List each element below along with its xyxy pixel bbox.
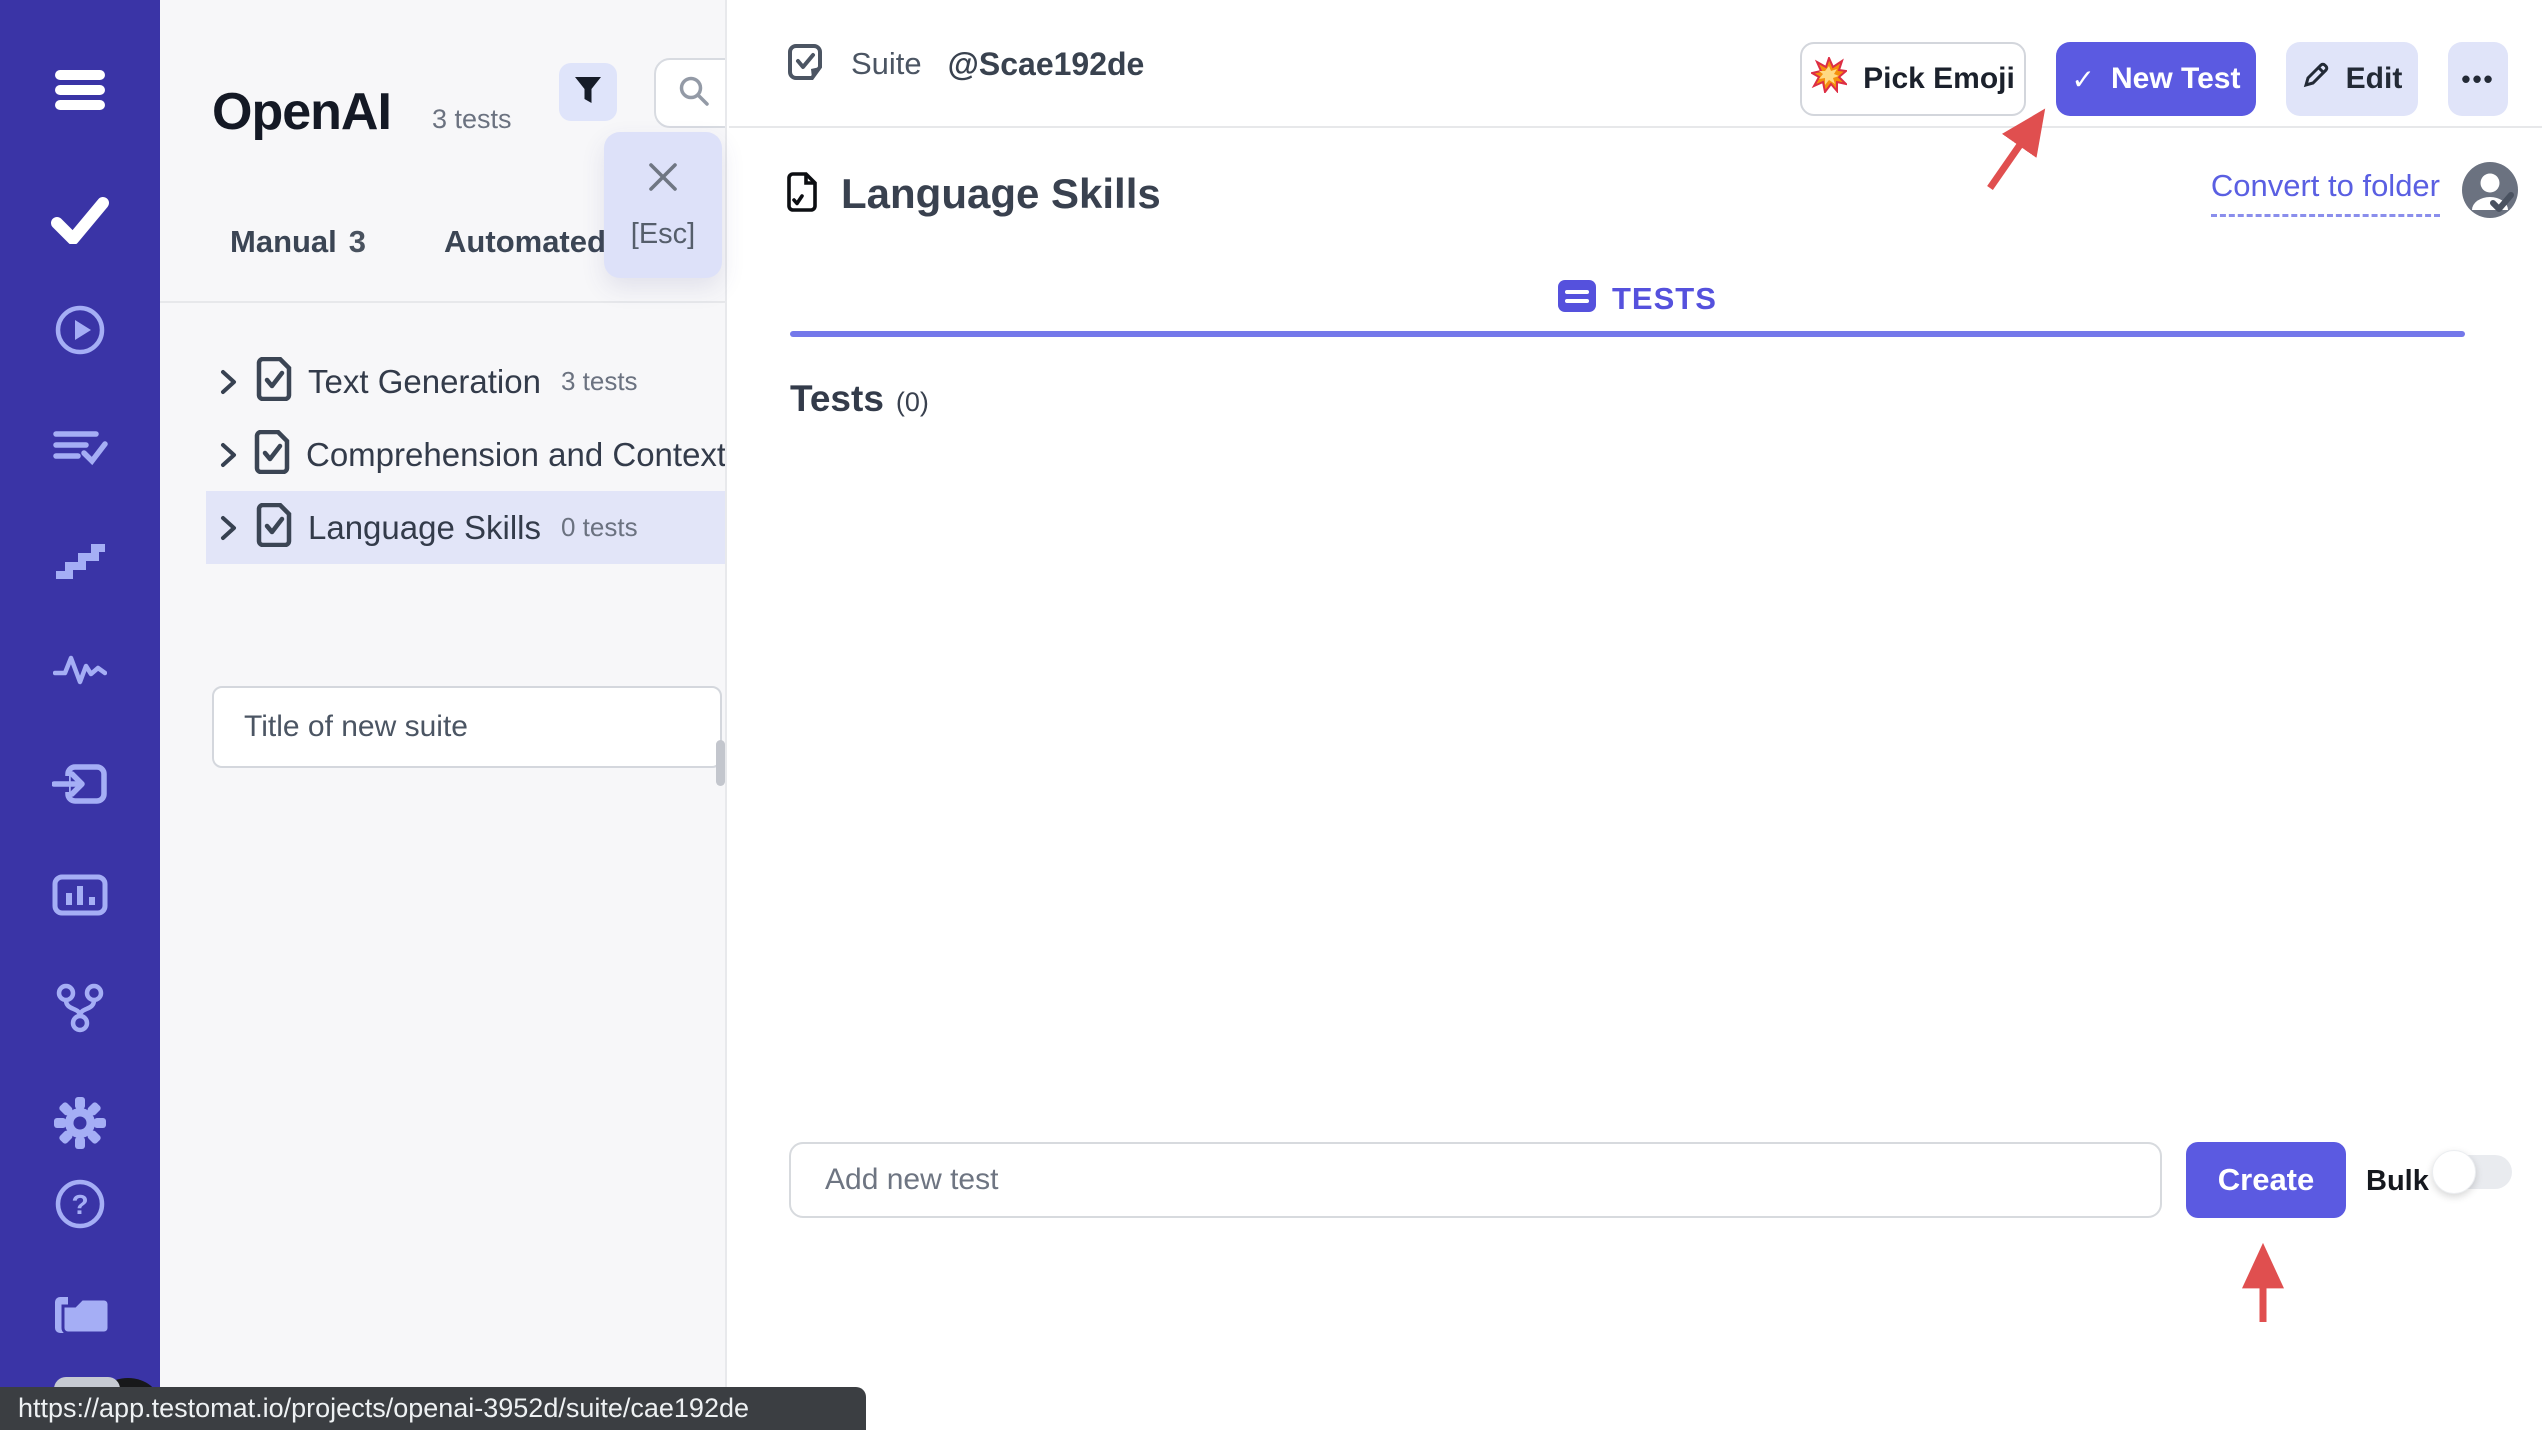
- chevron-right-icon[interactable]: [218, 440, 238, 470]
- status-url: https://app.testomat.io/projects/openai-…: [18, 1393, 749, 1423]
- suite-name: Comprehension and Context: [306, 435, 727, 473]
- bulk-toggle[interactable]: [2432, 1150, 2512, 1194]
- active-tab-underline: [790, 331, 2465, 337]
- tree-row-comprehension[interactable]: Comprehension and Context: [160, 418, 727, 491]
- suite-label: Suite: [851, 46, 922, 81]
- project-title: OpenAI: [212, 83, 392, 141]
- search-icon: [678, 75, 710, 112]
- suite-detail: Suite @Scae192de Pick Emoji ✓ New Test E…: [729, 0, 2542, 1430]
- filter-icon: [574, 76, 602, 109]
- boom-emoji-icon: [1809, 55, 1850, 101]
- page-title: Language Skills: [841, 170, 1161, 217]
- check-icon: ✓: [2071, 62, 2095, 96]
- menu-icon[interactable]: [54, 66, 106, 114]
- svg-text:?: ?: [71, 1189, 88, 1220]
- pick-emoji-label: Pick Emoji: [1863, 62, 2015, 95]
- report-icon[interactable]: [52, 869, 108, 921]
- create-button[interactable]: Create: [2186, 1142, 2346, 1218]
- tests-heading: Tests: [790, 378, 884, 419]
- tree-row-language-skills[interactable]: Language Skills 0 tests: [206, 491, 725, 564]
- suite-count: 0 tests: [561, 512, 638, 542]
- pencil-icon: [2302, 61, 2330, 97]
- add-new-test-input[interactable]: [789, 1142, 2162, 1218]
- edit-label: Edit: [2345, 62, 2403, 95]
- tab-manual-count: 3: [348, 224, 367, 259]
- ellipsis-icon: •••: [2461, 63, 2495, 94]
- new-test-button[interactable]: ✓ New Test: [2056, 42, 2256, 116]
- steps-icon[interactable]: [53, 533, 107, 585]
- convert-to-folder-link[interactable]: Convert to folder: [2210, 168, 2440, 217]
- test-runs-icon[interactable]: [52, 420, 108, 472]
- chevron-right-icon[interactable]: [218, 367, 240, 397]
- new-suite-title-input[interactable]: [212, 686, 722, 768]
- user-check-avatar-icon[interactable]: [2462, 162, 2518, 223]
- more-actions-button[interactable]: •••: [2448, 42, 2508, 116]
- app-window: ? OpenAI 3 tests Manual 3 Automated Text…: [0, 0, 2542, 1430]
- bulk-label: Bulk: [2366, 1165, 2429, 1197]
- tab-tests-label: TESTS: [1612, 280, 1717, 316]
- tab-manual[interactable]: Manual 3: [230, 224, 366, 260]
- help-icon[interactable]: ?: [54, 1178, 106, 1230]
- escape-hint-label: [Esc]: [630, 218, 696, 250]
- suite-tree: Text Generation 3 tests Comprehension an…: [160, 345, 727, 564]
- check-icon[interactable]: [51, 196, 109, 244]
- suite-doc-icon: [256, 502, 292, 552]
- chevron-right-icon[interactable]: [218, 513, 240, 543]
- suite-header: Suite @Scae192de Pick Emoji ✓ New Test E…: [729, 0, 2542, 128]
- filter-button[interactable]: [559, 63, 617, 121]
- tabs-divider: [160, 301, 725, 303]
- tab-automated[interactable]: Automated: [444, 224, 606, 260]
- browser-status-bar: https://app.testomat.io/projects/openai-…: [0, 1387, 866, 1430]
- card-icon: [1558, 280, 1596, 317]
- tab-manual-label: Manual: [230, 224, 337, 259]
- tests-count-badge: (0): [895, 387, 929, 417]
- document-check-icon: [787, 171, 817, 217]
- panel-scrollbar[interactable]: [716, 740, 725, 786]
- sign-in-icon[interactable]: [52, 758, 108, 810]
- suite-name: Language Skills: [308, 508, 541, 546]
- search-input[interactable]: [654, 58, 725, 128]
- tab-automated-label: Automated: [444, 224, 606, 259]
- project-tests-count: 3 tests: [432, 104, 512, 134]
- branch-icon[interactable]: [52, 981, 108, 1035]
- tree-row-text-generation[interactable]: Text Generation 3 tests: [160, 345, 725, 418]
- play-circle-icon[interactable]: [54, 304, 106, 356]
- new-test-label: New Test: [2110, 62, 2241, 95]
- suite-check-icon: [785, 42, 825, 87]
- suite-id: @Scae192de: [947, 45, 1145, 82]
- settings-icon[interactable]: [53, 1096, 107, 1150]
- pick-emoji-button[interactable]: Pick Emoji: [1800, 42, 2026, 116]
- tab-tests[interactable]: TESTS: [1558, 280, 1717, 317]
- suite-count: 3 tests: [560, 366, 638, 396]
- suite-name: Text Generation: [308, 362, 541, 400]
- filter-escape-popover: [Esc]: [604, 132, 722, 278]
- folder-icon[interactable]: [51, 1290, 109, 1340]
- suite-doc-icon: [254, 429, 290, 479]
- suite-doc-icon: [256, 356, 292, 406]
- pulse-icon[interactable]: [53, 646, 107, 696]
- edit-button[interactable]: Edit: [2286, 42, 2418, 116]
- create-label: Create: [2217, 1162, 2315, 1197]
- primary-sidebar: ?: [0, 0, 160, 1430]
- toggle-knob[interactable]: [2432, 1150, 2476, 1194]
- panel-tabs: Manual 3 Automated: [230, 224, 606, 260]
- close-icon[interactable]: [645, 159, 681, 200]
